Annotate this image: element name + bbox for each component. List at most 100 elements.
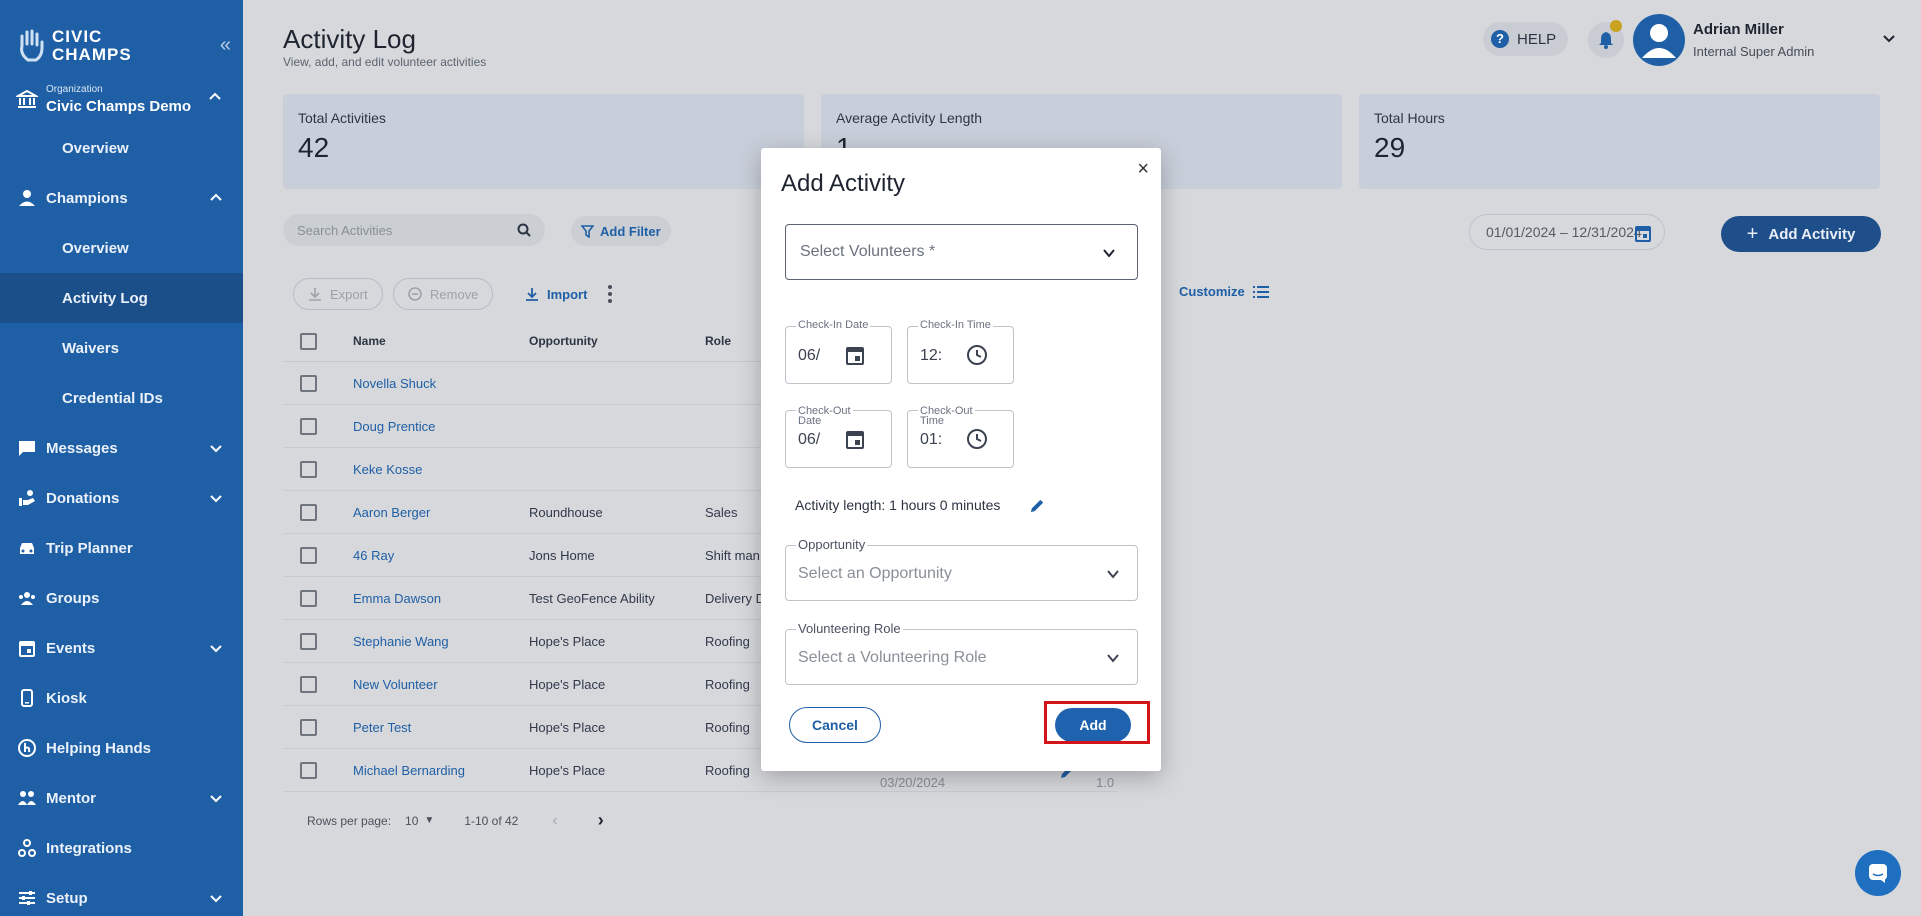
search-placeholder: Search Activities — [297, 222, 393, 238]
chevron-down-icon — [210, 645, 222, 653]
next-page-icon[interactable]: › — [598, 810, 604, 831]
notifications-button[interactable] — [1588, 20, 1624, 58]
sidebar-item-label: Messages — [46, 439, 118, 457]
sliders-icon — [19, 891, 35, 905]
sidebar-item-integrations[interactable]: Integrations — [0, 823, 243, 873]
sidebar-item-label: Events — [46, 639, 96, 657]
chevron-down-icon[interactable] — [1881, 30, 1897, 46]
check-out-time-field[interactable]: Check-Out Time 01: — [907, 406, 1014, 468]
sidebar-item-kiosk[interactable]: Kiosk — [0, 673, 243, 723]
volunteer-name[interactable]: Aaron Berger — [353, 505, 430, 520]
sidebar-item-mentor[interactable]: Mentor — [0, 773, 243, 823]
sidebar-item-trip-planner[interactable]: Trip Planner — [0, 523, 243, 573]
chat-support-button[interactable] — [1855, 850, 1901, 896]
column-header-name[interactable]: Name — [353, 334, 386, 348]
opportunity-label: Opportunity — [796, 537, 868, 552]
caret-down-icon: ▼ — [424, 815, 435, 826]
calendar-icon — [19, 641, 35, 657]
select-all-checkbox[interactable] — [300, 333, 317, 350]
import-button[interactable]: Import — [515, 278, 597, 310]
remove-button[interactable]: Remove — [393, 278, 494, 310]
volunteer-name[interactable]: Stephanie Wang — [353, 634, 449, 649]
chevron-down-icon — [210, 795, 222, 803]
help-button[interactable]: ? HELP — [1483, 22, 1569, 56]
check-in-date-field[interactable]: Check-In Date 06/ — [785, 320, 892, 384]
volunteering-role-placeholder: Select a Volunteering Role — [798, 649, 987, 666]
sidebar-item-champions-overview[interactable]: Overview — [0, 223, 243, 273]
row-checkbox[interactable] — [300, 676, 317, 693]
message-icon — [19, 441, 35, 456]
volunteer-name[interactable]: New Volunteer — [353, 677, 438, 692]
chevron-down-icon — [1107, 570, 1119, 579]
chevron-down-icon — [210, 445, 222, 453]
close-icon[interactable]: × — [1137, 158, 1149, 181]
sidebar-item-messages[interactable]: Messages — [0, 423, 243, 473]
customize-button[interactable]: Customize — [1179, 284, 1269, 299]
clock-icon[interactable] — [966, 344, 988, 366]
column-header-opportunity[interactable]: Opportunity — [529, 334, 598, 348]
check-in-time-field[interactable]: Check-In Time 12: — [907, 320, 1014, 384]
date-range-picker[interactable]: 01/01/2024 – 12/31/2024 — [1469, 214, 1665, 250]
sidebar-item-label: Overview — [62, 239, 129, 257]
row-checkbox[interactable] — [300, 375, 317, 392]
add-button[interactable]: Add — [1055, 708, 1131, 742]
add-filter-button[interactable]: Add Filter — [571, 216, 671, 246]
sidebar-item-groups[interactable]: Groups — [0, 573, 243, 623]
calendar-icon[interactable] — [844, 428, 866, 450]
export-button[interactable]: Export — [293, 278, 383, 310]
stat-label: Total Activities — [298, 110, 386, 126]
sidebar-item-donations[interactable]: Donations — [0, 473, 243, 523]
sidebar-item-label: Credential IDs — [62, 389, 163, 407]
volunteer-name[interactable]: Doug Prentice — [353, 419, 435, 434]
opportunity-select[interactable]: Opportunity Select an Opportunity — [785, 538, 1138, 601]
column-header-role[interactable]: Role — [705, 334, 731, 348]
stat-label: Total Hours — [1374, 110, 1445, 126]
volunteer-name[interactable]: Keke Kosse — [353, 462, 422, 477]
sidebar-item-setup[interactable]: Setup — [0, 873, 243, 916]
volunteer-name[interactable]: Emma Dawson — [353, 591, 441, 606]
more-vertical-icon[interactable] — [607, 284, 613, 304]
row-checkbox[interactable] — [300, 719, 317, 736]
row-checkbox[interactable] — [300, 633, 317, 650]
sidebar-item-credential-ids[interactable]: Credential IDs — [0, 373, 243, 423]
volunteer-name[interactable]: 46 Ray — [353, 548, 394, 563]
opportunity-placeholder: Select an Opportunity — [798, 565, 952, 582]
row-checkbox[interactable] — [300, 418, 317, 435]
sidebar-item-activity-log[interactable]: Activity Log — [0, 273, 243, 323]
volunteer-name[interactable]: Peter Test — [353, 720, 411, 735]
volunteer-name[interactable]: Michael Bernarding — [353, 763, 465, 778]
rows-per-page-select[interactable]: 10 ▼ — [405, 814, 434, 828]
sidebar-item-org-overview[interactable]: Overview — [0, 123, 243, 173]
select-volunteers-dropdown[interactable]: Select Volunteers * — [785, 224, 1138, 280]
check-out-date-field[interactable]: Check-Out Date 06/ — [785, 406, 892, 468]
civic-champs-logo[interactable]: CIVIC CHAMPS — [16, 26, 132, 66]
row-checkbox[interactable] — [300, 504, 317, 521]
stat-label: Average Activity Length — [836, 110, 983, 126]
role-cell: Roofing — [705, 677, 750, 692]
volunteer-name[interactable]: Novella Shuck — [353, 376, 436, 391]
role-cell: Roofing — [705, 763, 750, 778]
sidebar-item-champions[interactable]: Champions — [0, 173, 243, 223]
sidebar-item-events[interactable]: Events — [0, 623, 243, 673]
volunteering-role-select[interactable]: Volunteering Role Select a Volunteering … — [785, 622, 1138, 685]
row-checkbox[interactable] — [300, 590, 317, 607]
cancel-button[interactable]: Cancel — [789, 707, 881, 743]
row-checkbox[interactable] — [300, 762, 317, 779]
organization-selector[interactable]: Organization Civic Champs Demo — [16, 80, 226, 118]
stat-card-total-hours: Total Hours 29 — [1359, 94, 1880, 189]
row-checkbox[interactable] — [300, 547, 317, 564]
add-activity-button[interactable]: + Add Activity — [1721, 216, 1881, 252]
calendar-icon[interactable] — [844, 344, 866, 366]
sidebar-item-waivers[interactable]: Waivers — [0, 323, 243, 373]
role-cell: Shift man — [705, 548, 760, 563]
sidebar-item-helping-hands[interactable]: Helping Hands — [0, 723, 243, 773]
row-checkbox[interactable] — [300, 461, 317, 478]
collapse-sidebar-icon[interactable]: « — [220, 34, 231, 57]
search-input[interactable]: Search Activities — [283, 214, 545, 246]
clock-icon[interactable] — [966, 428, 988, 450]
stat-value: 29 — [1374, 132, 1406, 163]
prev-page-icon[interactable]: ‹ — [552, 812, 557, 830]
customize-label: Customize — [1179, 284, 1245, 299]
pencil-icon[interactable] — [1029, 497, 1046, 514]
avatar[interactable] — [1633, 14, 1685, 66]
